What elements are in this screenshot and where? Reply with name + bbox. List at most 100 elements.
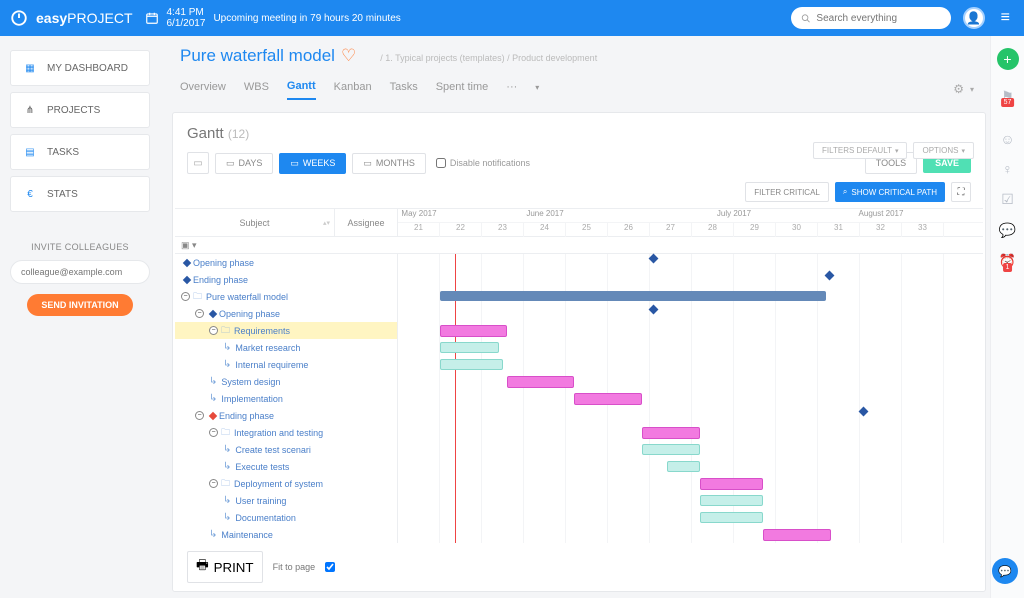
tree-row[interactable]: ↳Market research bbox=[175, 339, 397, 356]
tree-row[interactable]: ↳Internal requireme bbox=[175, 356, 397, 373]
tree-row[interactable]: −🗀Integration and testing bbox=[175, 424, 397, 441]
nav-projects[interactable]: ⋔PROJECTS bbox=[10, 92, 150, 128]
invite-block: INVITE COLLEAGUES SEND INVITATION bbox=[10, 242, 150, 316]
search-input[interactable] bbox=[816, 13, 940, 24]
gantt-bar[interactable] bbox=[642, 444, 701, 455]
tree-row[interactable]: −Ending phase bbox=[175, 407, 397, 424]
gantt-bar[interactable] bbox=[440, 325, 507, 337]
scale-weeks[interactable]: ▭ WEEKS bbox=[279, 153, 346, 174]
milestone[interactable] bbox=[825, 271, 835, 281]
gantt-bar[interactable] bbox=[440, 342, 499, 353]
menu-icon[interactable]: ≡ bbox=[997, 9, 1014, 27]
tab-wbs[interactable]: WBS bbox=[244, 81, 269, 99]
app-logo[interactable]: easyPROJECT bbox=[10, 9, 133, 27]
check-icon[interactable]: ☑ bbox=[1001, 191, 1014, 208]
avatar[interactable]: 👤 bbox=[963, 7, 985, 29]
tree-row[interactable]: −🗀Pure waterfall model bbox=[175, 288, 397, 305]
tab-spent-time[interactable]: Spent time bbox=[436, 81, 489, 99]
milestone[interactable] bbox=[649, 254, 659, 264]
tree-row[interactable]: ↳User training bbox=[175, 492, 397, 509]
gantt-bar[interactable] bbox=[440, 291, 826, 301]
milestone[interactable] bbox=[859, 407, 869, 417]
tree-row[interactable]: ↳Documentation bbox=[175, 509, 397, 526]
gantt: Subject▴▾ Assignee May 2017June 2017July… bbox=[175, 208, 983, 543]
search-icon bbox=[801, 13, 811, 24]
crumb-1[interactable]: 1. Typical projects (templates) bbox=[385, 53, 504, 63]
tab-gantt[interactable]: Gantt bbox=[287, 80, 316, 100]
tree-row[interactable]: ↳System design bbox=[175, 373, 397, 390]
person-icon[interactable]: ☺ bbox=[1000, 131, 1014, 147]
gantt-bar[interactable] bbox=[642, 427, 701, 439]
invite-email-input[interactable] bbox=[10, 260, 150, 284]
search-box[interactable] bbox=[791, 7, 951, 29]
tree-row[interactable]: ↳Implementation bbox=[175, 390, 397, 407]
folder-icon: 🗀 bbox=[221, 476, 230, 492]
tree-row[interactable]: −Opening phase bbox=[175, 305, 397, 322]
scale-months[interactable]: ▭ MONTHS bbox=[352, 153, 426, 174]
folder-icon: 🗀 bbox=[193, 289, 202, 305]
gear-icon[interactable]: ⚙ bbox=[953, 82, 964, 96]
datetime-block: 4:41 PM 6/1/2017 Upcoming meeting in 79 … bbox=[145, 7, 401, 30]
tab-kanban[interactable]: Kanban bbox=[334, 81, 372, 99]
task-label: System design bbox=[221, 377, 280, 387]
calendar-single-icon[interactable]: ▭ bbox=[187, 152, 209, 174]
tree-row[interactable]: ↳Execute tests bbox=[175, 458, 397, 475]
tree-row[interactable]: ↳Create test scenari bbox=[175, 441, 397, 458]
fit-to-page-checkbox[interactable] bbox=[325, 562, 335, 572]
tree-row[interactable]: −🗀Requirements bbox=[175, 322, 397, 339]
filters-button[interactable]: FILTERS DEFAULT ▾ bbox=[813, 142, 907, 159]
tree-row[interactable]: −🗀Deployment of system bbox=[175, 475, 397, 492]
heart-icon[interactable]: ♡ bbox=[341, 46, 356, 66]
gantt-bar[interactable] bbox=[700, 495, 763, 506]
folder-icon: 🗀 bbox=[221, 323, 230, 339]
flag-icon[interactable]: ⚑57 bbox=[1001, 88, 1014, 105]
gantt-bar[interactable] bbox=[440, 359, 503, 370]
clock-icon[interactable]: ⏰1 bbox=[999, 253, 1016, 270]
tab-overview[interactable]: Overview bbox=[180, 81, 226, 99]
filter-critical-button[interactable]: FILTER CRITICAL bbox=[745, 182, 829, 202]
milestone[interactable] bbox=[649, 305, 659, 315]
gantt-bar[interactable] bbox=[574, 393, 641, 405]
gear-caret[interactable]: ▾ bbox=[970, 85, 974, 94]
expand-icon[interactable]: ⛶ bbox=[951, 182, 971, 202]
project-title: Pure waterfall model ♡ bbox=[180, 46, 356, 66]
task-label: Create test scenari bbox=[235, 445, 311, 455]
gantt-bar[interactable] bbox=[507, 376, 574, 388]
disable-notifications[interactable]: Disable notifications bbox=[436, 158, 530, 168]
tabs: Overview WBS Gantt Kanban Tasks Spent ti… bbox=[180, 80, 986, 100]
add-fab[interactable]: + bbox=[997, 48, 1019, 70]
col-subject[interactable]: Subject▴▾ bbox=[175, 209, 335, 236]
gantt-bar[interactable] bbox=[763, 529, 830, 541]
gantt-bar[interactable] bbox=[667, 461, 701, 472]
left-nav: ▦MY DASHBOARD ⋔PROJECTS ▤TASKS €STATS IN… bbox=[0, 36, 160, 330]
nav-dashboard[interactable]: ▦MY DASHBOARD bbox=[10, 50, 150, 86]
task-label: Market research bbox=[235, 343, 300, 353]
share-icon: ⋔ bbox=[23, 103, 37, 117]
sort-icon[interactable]: ▴▾ bbox=[323, 219, 330, 227]
options-button[interactable]: OPTIONS ▾ bbox=[913, 142, 974, 159]
tree-row[interactable]: Ending phase bbox=[175, 271, 397, 288]
tab-tasks[interactable]: Tasks bbox=[390, 81, 418, 99]
gantt-bar[interactable] bbox=[700, 512, 763, 523]
folder-icon: 🗀 bbox=[221, 425, 230, 441]
col-assignee[interactable]: Assignee bbox=[335, 209, 398, 236]
tree-row[interactable]: ↳Maintenance bbox=[175, 526, 397, 543]
bulb-icon[interactable]: ♀ bbox=[1002, 161, 1013, 177]
task-label: Maintenance bbox=[221, 530, 273, 540]
crumb-2[interactable]: Product development bbox=[512, 53, 597, 63]
show-critical-path-button[interactable]: ⌕ SHOW CRITICAL PATH bbox=[835, 182, 945, 202]
tab-more[interactable]: ··· bbox=[506, 81, 517, 99]
collapse-row[interactable]: ▣ ▾ bbox=[175, 237, 983, 254]
euro-icon: € bbox=[23, 187, 37, 201]
print-button[interactable]: 🖶 PRINT bbox=[187, 551, 263, 583]
gantt-bar[interactable] bbox=[700, 478, 763, 490]
help-fab[interactable]: 💬 bbox=[992, 558, 1018, 584]
tab-arrow[interactable]: ▾ bbox=[535, 83, 539, 98]
nav-tasks[interactable]: ▤TASKS bbox=[10, 134, 150, 170]
chat-icon[interactable]: 💬 bbox=[999, 222, 1016, 239]
send-invitation-button[interactable]: SEND INVITATION bbox=[27, 294, 132, 316]
scale-days[interactable]: ▭ DAYS bbox=[215, 153, 273, 174]
task-label: Internal requireme bbox=[235, 360, 308, 370]
nav-stats[interactable]: €STATS bbox=[10, 176, 150, 212]
tree-row[interactable]: Opening phase bbox=[175, 254, 397, 271]
